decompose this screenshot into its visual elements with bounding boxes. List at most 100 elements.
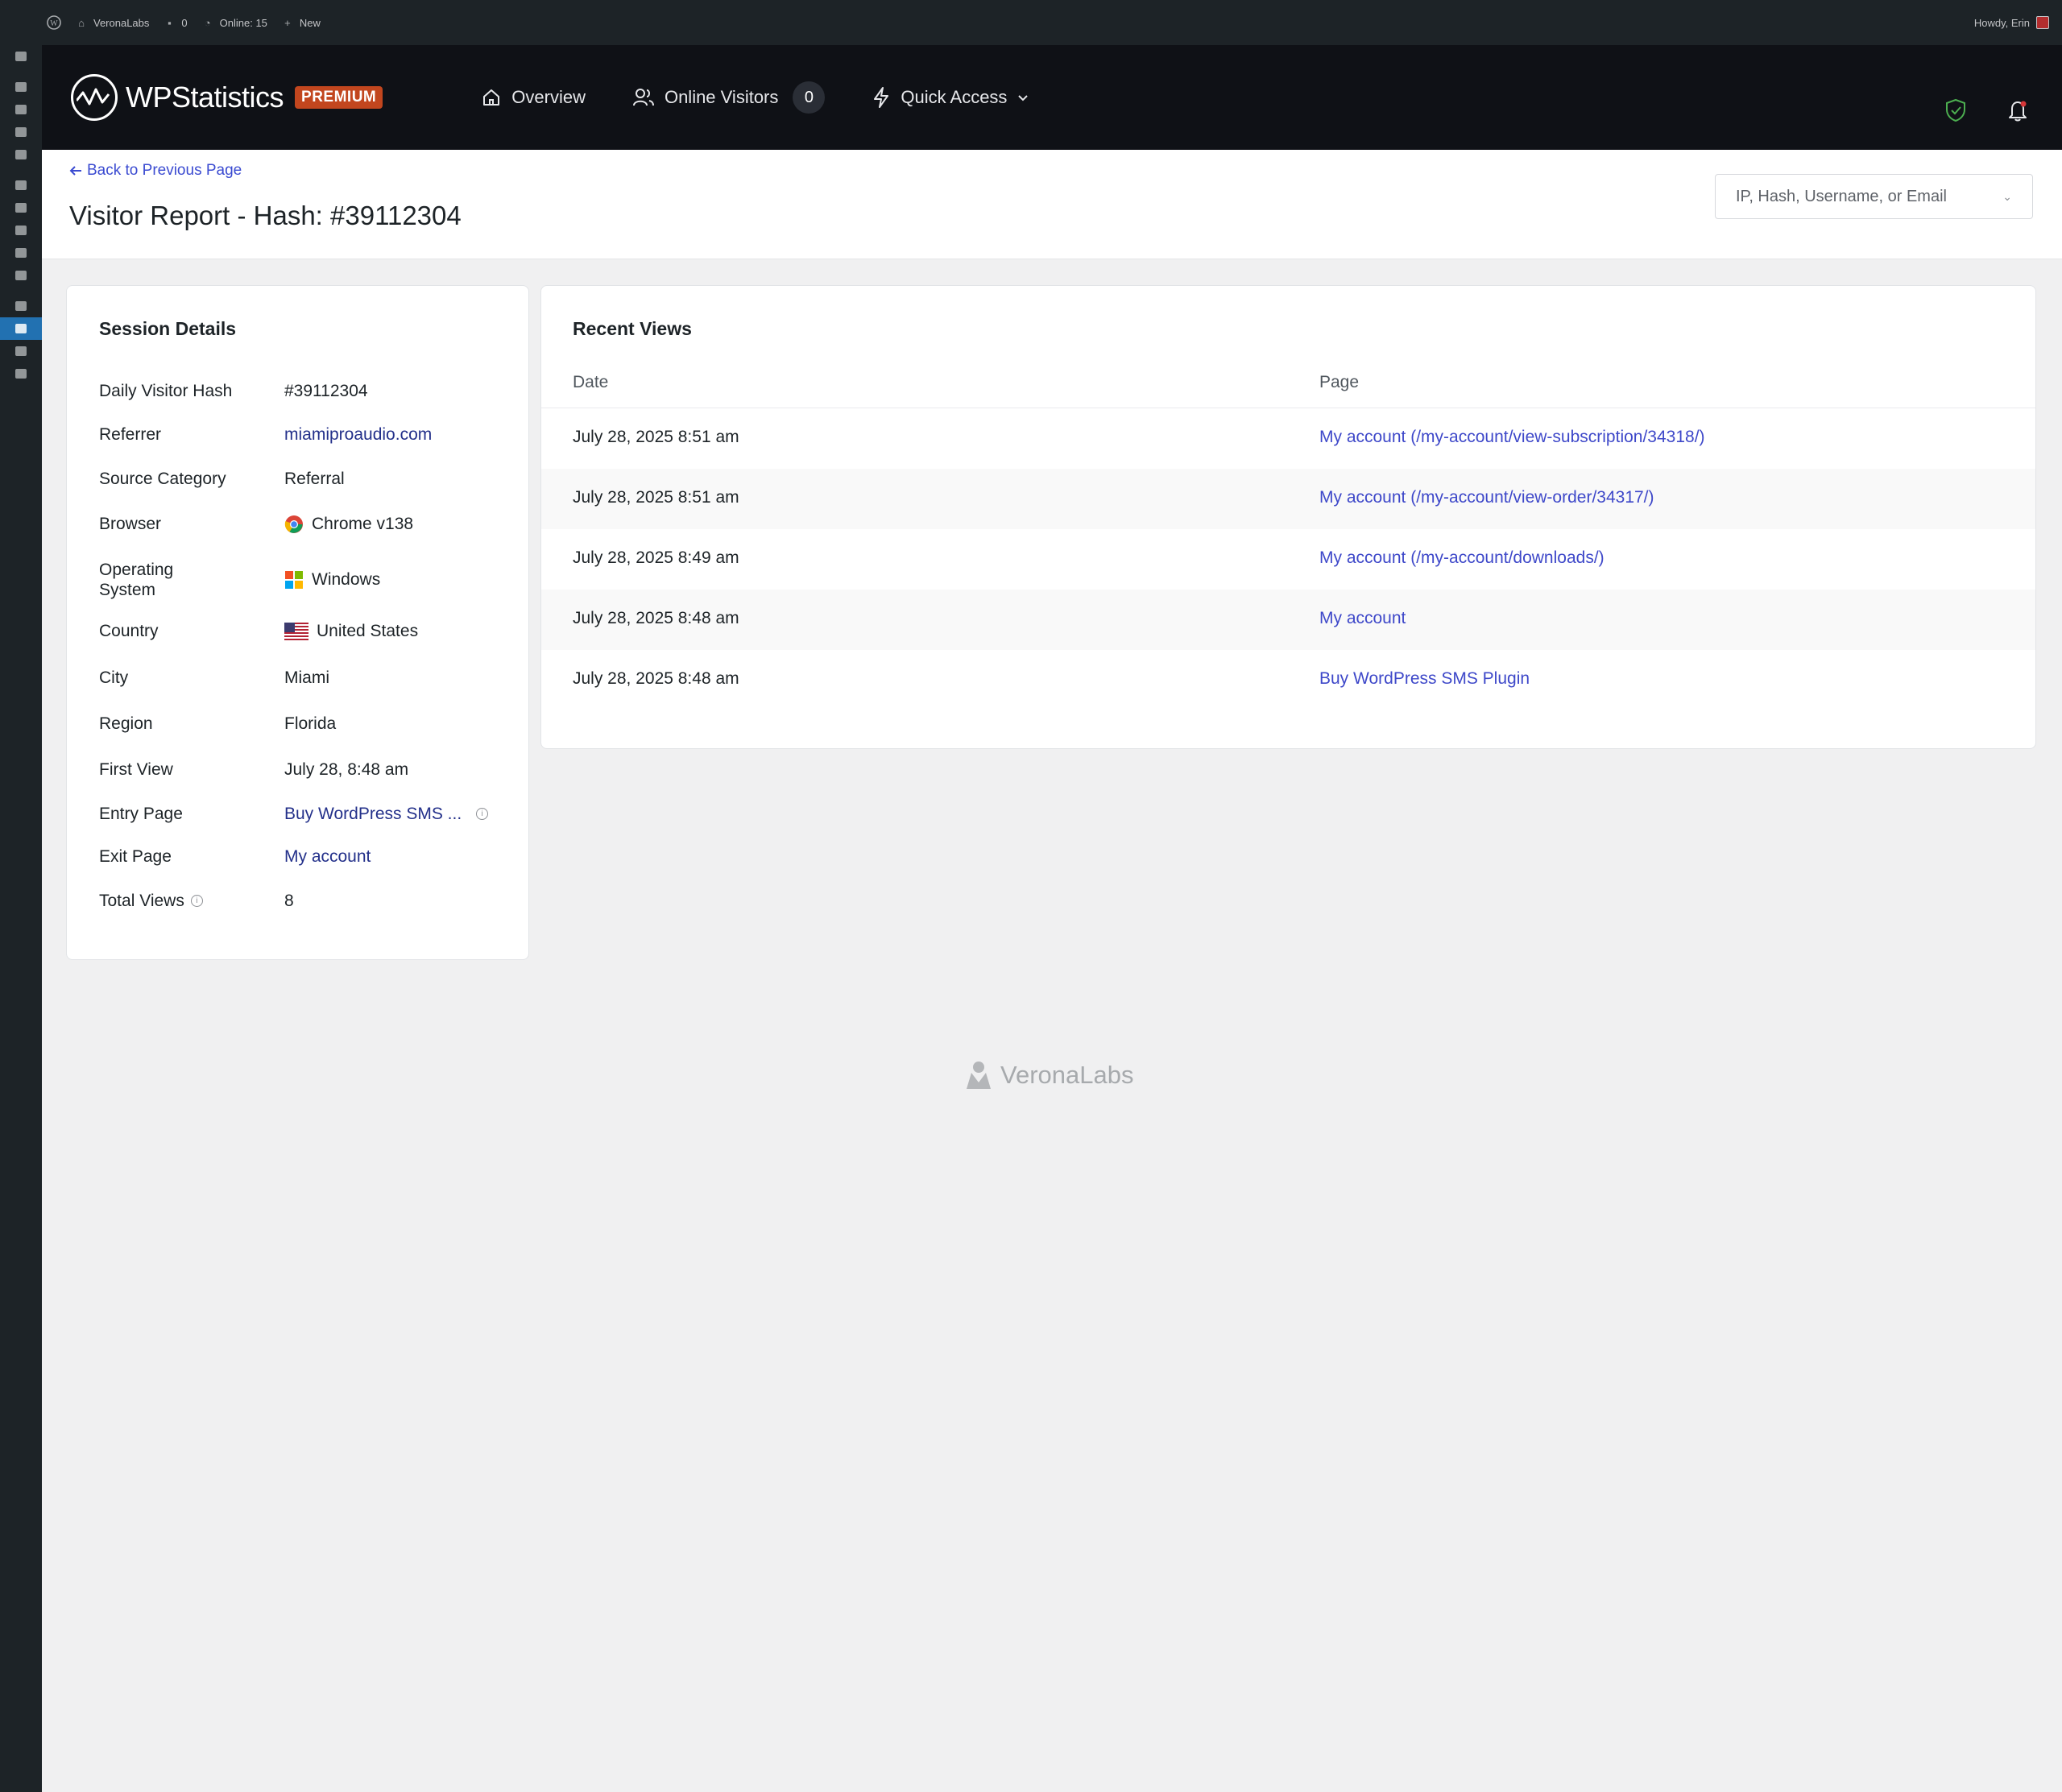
plugin-header: WPStatistics PREMIUM Overview Online Vis… [42,45,2062,150]
detail-row-referrer: Referrer miamiproaudio.com [99,424,502,445]
comment-icon: ▪ [168,16,172,29]
row-date: July 28, 2025 8:48 am [573,669,739,688]
main-nav: Overview Online Visitors 0 Quick Access [481,81,1029,114]
detail-label: Browser [99,515,162,533]
detail-label: Operating System [99,561,174,599]
info-icon[interactable]: i [190,895,203,907]
session-details-title: Session Details [99,318,237,339]
howdy-text: Howdy, Erin [1973,16,2030,29]
privacy-shield-icon[interactable] [1944,98,1967,126]
menu-users-icon[interactable] [0,219,42,242]
nav-online-visitors[interactable]: Online Visitors 0 [632,81,826,114]
detail-value: 8 [284,891,294,910]
my-account-link[interactable]: Howdy, Erin [1974,16,2062,29]
menu-settings-icon[interactable] [0,264,42,287]
detail-label: Source Category [99,470,226,488]
row-page-link[interactable]: My account (/my-account/view-order/34317… [1319,488,1654,507]
table-row: July 28, 2025 8:51 am My account (/my-ac… [541,408,2035,469]
row-page-link[interactable]: My account (/my-account/downloads/) [1319,548,1604,568]
detail-label: First View [99,760,173,779]
menu-tools-icon[interactable] [0,242,42,264]
logo-text: WPStatistics [126,81,284,114]
home-icon: ⌂ [78,16,85,29]
chrome-icon [284,515,303,533]
menu-statistics-icon[interactable] [0,317,42,340]
row-page-link[interactable]: My account [1319,609,1406,628]
menu-appearance-icon[interactable] [0,174,42,197]
row-page-link[interactable]: Buy WordPress SMS Plugin [1319,669,1530,689]
menu-sms-icon[interactable] [0,295,42,317]
total-views-label: Total Views [99,892,184,910]
wp-statistics-logo[interactable]: WPStatistics PREMIUM [71,74,383,121]
comments-count: 0 [181,16,188,29]
notification-bell-icon[interactable] [2006,98,2030,126]
site-name-link[interactable]: ⌂ VeronaLabs [68,0,155,45]
back-link[interactable]: Back to Previous Page [69,162,242,180]
wave-logo-icon [71,74,118,121]
plus-icon: + [284,16,291,29]
menu-comments-icon[interactable] [0,143,42,166]
new-label: New [299,16,321,29]
detail-row-city: City Miami [99,668,502,688]
wp-admin-bar: W ⌂ VeronaLabs ▪ 0 ◔ Online: 15 + New Ho… [0,0,2062,45]
page-title-bar: Back to Previous Page Visitor Report - H… [42,150,2062,259]
online-link[interactable]: ◔ Online: 15 [194,0,274,45]
detail-label: Entry Page [99,805,183,823]
visitor-search-select[interactable]: IP, Hash, Username, or Email ⌄ [1715,174,2033,219]
detail-label: Daily Visitor Hash [99,382,233,400]
detail-label: City [99,668,129,687]
detail-row-country: Country United States [99,621,502,641]
entry-page-link[interactable]: Buy WordPress SMS ... [284,805,462,824]
referrer-link[interactable]: miamiproaudio.com [284,425,432,445]
row-date: July 28, 2025 8:51 am [573,428,739,446]
nav-overview[interactable]: Overview [481,87,586,108]
row-page-link[interactable]: My account (/my-account/view-subscriptio… [1319,428,1705,447]
menu-dashboard-icon[interactable] [0,45,42,68]
detail-row-hash: Daily Visitor Hash #39112304 [99,381,502,401]
statistics-icon: ◔ [204,16,211,29]
lightning-icon [874,87,889,108]
column-date: Date [573,373,609,391]
nav-quick-access[interactable]: Quick Access [872,86,1029,109]
veronalabs-footer-logo[interactable]: VeronaLabs [965,1060,1133,1091]
detail-row-total-views: Total Views i 8 [99,891,502,911]
detail-row-exit-page: Exit Page My account [99,846,502,867]
info-icon[interactable]: i [476,808,489,820]
wordpress-logo-icon[interactable]: W [40,0,68,45]
chevron-down-icon [1018,95,1029,101]
us-flag-icon [284,622,308,640]
users-icon [632,89,654,106]
online-label: Online: 15 [219,16,267,29]
detail-row-os: Operating System Windows [99,560,502,600]
session-details-card: Session Details Daily Visitor Hash #3911… [66,285,529,960]
nav-quick-access-label: Quick Access [901,87,1008,107]
search-placeholder: IP, Hash, Username, or Email [1736,187,1947,205]
detail-label: Referrer [99,425,162,444]
menu-pages-icon[interactable] [0,121,42,143]
menu-collapse-icon[interactable] [0,362,42,385]
row-date: July 28, 2025 8:49 am [573,548,739,567]
comments-link[interactable]: ▪ 0 [155,0,193,45]
recent-views-card: Recent Views Date Page July 28, 2025 8:5… [540,285,2036,749]
menu-reports-icon[interactable] [0,340,42,362]
row-date: July 28, 2025 8:48 am [573,609,739,627]
detail-label: Region [99,714,153,733]
detail-row-entry-page: Entry Page Buy WordPress SMS ... i [99,804,502,824]
table-row: July 28, 2025 8:48 am My account [541,590,2035,650]
detail-label: Country [99,622,159,640]
exit-page-link[interactable]: My account [284,847,371,867]
recent-views-title: Recent Views [573,318,692,339]
detail-row-first-view: First View July 28, 8:48 am [99,759,502,780]
menu-media-icon[interactable] [0,98,42,121]
footer-brand-text: VeronaLabs [1000,1061,1134,1089]
menu-plugins-icon[interactable] [0,197,42,219]
detail-label: Exit Page [99,847,172,866]
detail-value: Florida [284,714,337,733]
page-title: Visitor Report - Hash: #39112304 [69,201,462,230]
new-content-link[interactable]: + New [274,0,327,45]
chevron-down-icon: ⌄ [2002,189,2012,203]
menu-posts-icon[interactable] [0,76,42,98]
detail-value: Chrome v138 [312,514,414,533]
detail-value: Referral [284,469,345,488]
detail-value: #39112304 [284,381,368,400]
